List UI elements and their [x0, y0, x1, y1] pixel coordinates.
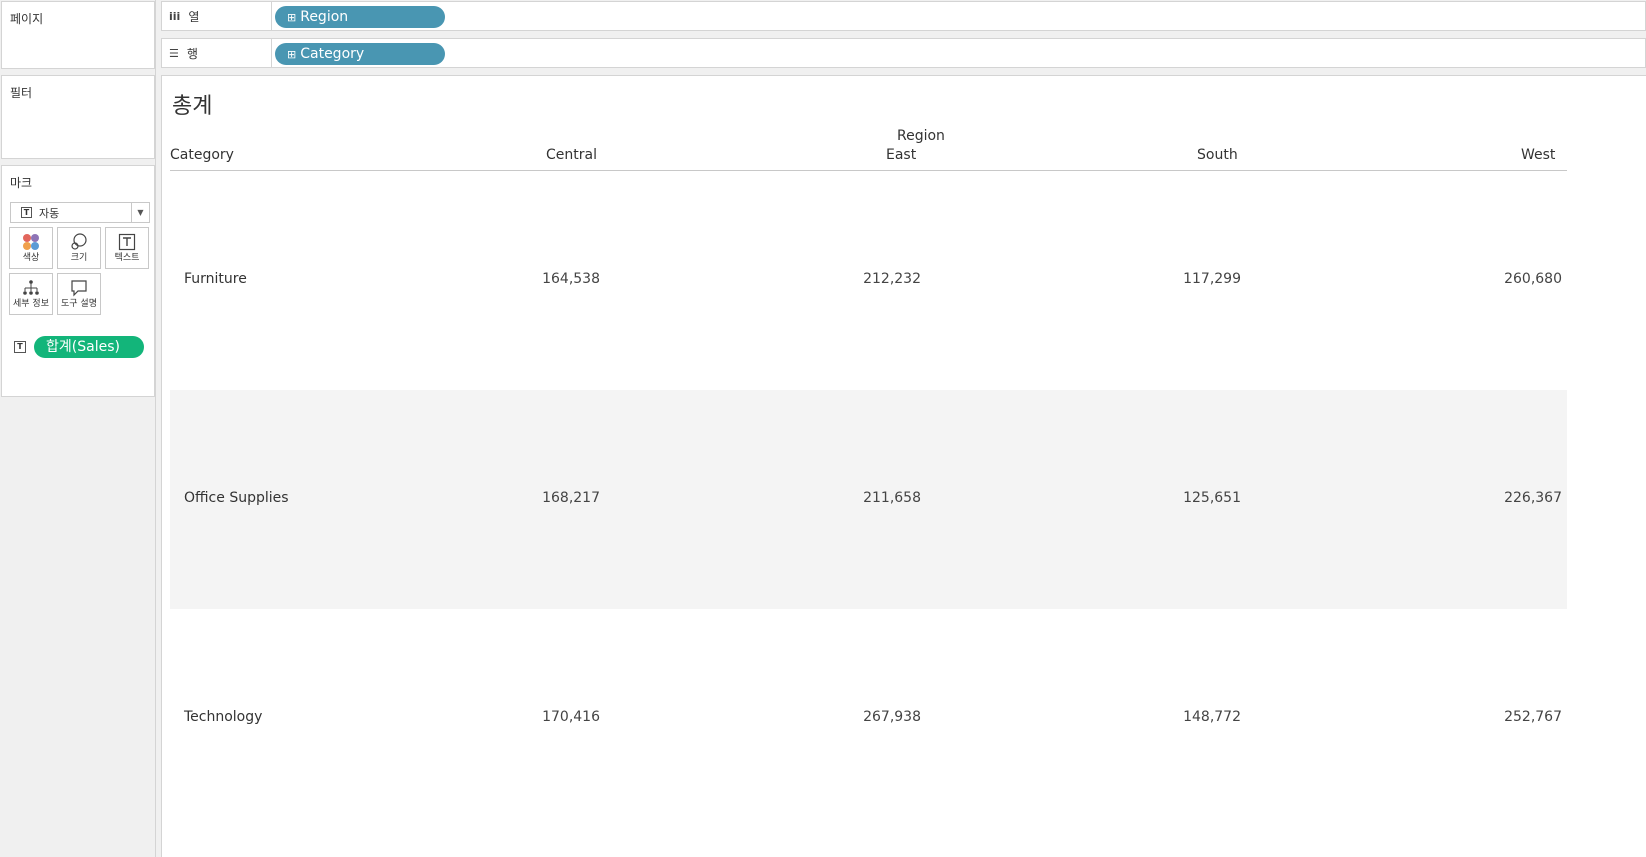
text-mark-icon: T: [21, 207, 32, 218]
detail-mark-button[interactable]: 세부 정보: [9, 273, 53, 315]
category-field-header[interactable]: Category: [170, 147, 234, 163]
region-field-header[interactable]: Region: [897, 128, 945, 144]
sales-cell[interactable]: 164,538: [496, 271, 600, 287]
text-mark-button[interactable]: 텍스트: [105, 227, 149, 269]
region-dimension-pill[interactable]: ⊞ Region: [275, 6, 445, 28]
filters-card-title: 필터: [10, 86, 33, 100]
column-header-west[interactable]: West: [1521, 147, 1555, 163]
sales-cell[interactable]: 252,767: [1458, 709, 1562, 725]
detail-tree-icon: [10, 274, 52, 298]
left-sidebar: 페이지 필터 마크 T 자동 ▼ 색상 크기 텍스트 세부 정보 도구 설명 T…: [0, 0, 156, 857]
region-pill-label: Region: [300, 9, 349, 25]
worksheet-view: 총계 Region Category Central East South We…: [161, 75, 1646, 857]
rows-icon: ☰: [169, 46, 179, 60]
text-label-icon: [106, 228, 148, 252]
columns-shelf-label: iii 열: [162, 2, 272, 30]
color-mark-button[interactable]: 색상: [9, 227, 53, 269]
detail-mark-label: 세부 정보: [13, 299, 49, 309]
columns-icon: iii: [169, 9, 181, 23]
mark-field-row: T 합계(Sales): [14, 336, 144, 358]
sales-cell[interactable]: 260,680: [1458, 271, 1562, 287]
text-encoding-icon[interactable]: T: [14, 341, 26, 353]
row-header-category[interactable]: Office Supplies: [184, 490, 289, 506]
sales-cell[interactable]: 148,772: [1137, 709, 1241, 725]
size-circles-icon: [58, 228, 100, 252]
expand-plus-icon[interactable]: ⊞: [287, 11, 296, 24]
rows-shelf-label: ☰ 행: [162, 39, 272, 67]
color-dots-icon: [10, 228, 52, 252]
column-header-south[interactable]: South: [1197, 147, 1238, 163]
tooltip-mark-button[interactable]: 도구 설명: [57, 273, 101, 315]
sales-cell[interactable]: 226,367: [1458, 490, 1562, 506]
columns-label-text: 열: [188, 9, 200, 24]
marks-card: 마크 T 자동 ▼ 색상 크기 텍스트 세부 정보 도구 설명 T 합계(Sal…: [1, 165, 155, 397]
table-row: Office Supplies 168,217 211,658 125,651 …: [170, 390, 1567, 609]
sales-cell[interactable]: 117,299: [1137, 271, 1241, 287]
table-row: Furniture 164,538 212,232 117,299 260,68…: [170, 171, 1567, 390]
category-dimension-pill[interactable]: ⊞ Category: [275, 43, 445, 65]
pages-card-title: 페이지: [10, 12, 44, 26]
sales-measure-pill[interactable]: 합계(Sales): [34, 336, 144, 358]
sheet-title: 총계: [172, 94, 213, 119]
sales-cell[interactable]: 212,232: [817, 271, 921, 287]
filters-card[interactable]: 필터: [1, 75, 155, 159]
size-mark-label: 크기: [70, 253, 88, 263]
sales-cell[interactable]: 168,217: [496, 490, 600, 506]
sales-cell[interactable]: 170,416: [496, 709, 600, 725]
tooltip-mark-label: 도구 설명: [61, 299, 97, 309]
row-header-category[interactable]: Technology: [184, 709, 262, 725]
chevron-down-icon[interactable]: ▼: [131, 203, 149, 222]
row-header-category[interactable]: Furniture: [184, 271, 247, 287]
sales-cell[interactable]: 125,651: [1137, 490, 1241, 506]
text-mark-label: 텍스트: [114, 253, 140, 263]
marks-card-title: 마크: [10, 176, 33, 190]
category-pill-label: Category: [300, 46, 365, 62]
column-header-east[interactable]: East: [886, 147, 916, 163]
column-header-central[interactable]: Central: [546, 147, 597, 163]
mark-type-label: 자동: [39, 206, 60, 220]
table-row: Technology 170,416 267,938 148,772 252,7…: [170, 609, 1567, 828]
pages-card[interactable]: 페이지: [1, 1, 155, 69]
rows-shelf[interactable]: ☰ 행 ⊞ Category: [161, 38, 1646, 68]
expand-plus-icon[interactable]: ⊞: [287, 48, 296, 61]
sales-cell[interactable]: 267,938: [817, 709, 921, 725]
mark-type-dropdown[interactable]: T 자동 ▼: [10, 202, 150, 223]
sales-cell[interactable]: 211,658: [817, 490, 921, 506]
rows-label-text: 행: [186, 46, 198, 61]
tooltip-bubble-icon: [58, 274, 100, 298]
size-mark-button[interactable]: 크기: [57, 227, 101, 269]
columns-shelf[interactable]: iii 열 ⊞ Region: [161, 1, 1646, 31]
color-mark-label: 색상: [22, 253, 40, 263]
